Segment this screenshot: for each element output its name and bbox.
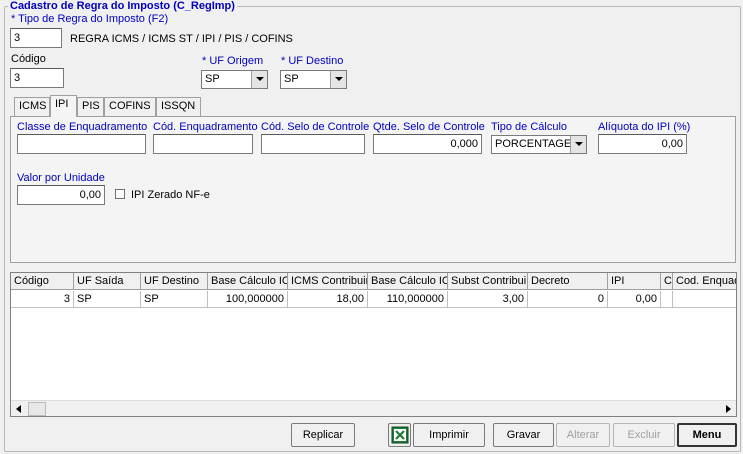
grid-cell[interactable]: SP [141,291,208,308]
imprimir-button[interactable]: Imprimir [413,423,485,447]
tipo-calculo-label: Tipo de Cálculo [491,121,568,133]
classe-enquadramento-input[interactable] [17,134,146,154]
codigo-label: Código [11,53,46,65]
menu-button[interactable]: Menu [677,423,737,447]
uf-origem-value: SP [205,73,220,85]
tipo-calculo-select[interactable]: PORCENTAGEM [491,135,587,154]
grid-cell[interactable]: 3 [11,291,74,308]
grid-cell[interactable] [673,291,736,308]
tab-ipi[interactable]: IPI [50,95,77,117]
replicar-button[interactable]: Replicar [291,423,355,447]
qtde-selo-input[interactable]: 0,000 [373,134,482,154]
valor-unidade-label: Valor por Unidade [17,172,105,184]
ipi-zerado-checkbox[interactable] [115,189,125,199]
grid-header-cod-enquad[interactable]: Cod. Enquad [673,273,736,290]
scroll-right-button[interactable] [720,401,736,416]
window-title: Cadastro de Regra do Imposto (C_RegImp) [8,0,237,12]
excel-icon [391,426,408,444]
grid-header-icms-contribuinte[interactable]: ICMS Contribuin [288,273,368,290]
tipo-calculo-value: PORCENTAGEM [495,138,581,150]
grid-cell[interactable]: 18,00 [288,291,368,308]
scrollbar-thumb[interactable] [28,402,46,416]
tipo-regra-label: * Tipo de Regra do Imposto (F2) [11,13,169,25]
aliquota-label: Alíquota do IPI (%) [598,121,691,133]
uf-origem-label: * UF Origem [202,55,264,67]
alterar-button[interactable]: Alterar [556,423,610,447]
valor-unidade-input[interactable]: 0,00 [17,185,105,205]
tab-issqn[interactable]: ISSQN [156,97,201,116]
cod-selo-label: Cód. Selo de Controle [261,121,370,133]
grid-cell[interactable]: 0,00 [608,291,661,308]
chevron-left-icon [16,405,21,413]
chevron-down-icon[interactable] [570,136,586,153]
tipo-regra-input[interactable]: 3 [10,28,62,48]
excel-export-button[interactable] [388,423,411,447]
tab-pis[interactable]: PIS [77,97,104,116]
grid-cell[interactable]: 3,00 [448,291,528,308]
cod-enquadramento-label: Cód. Enquadramento [153,121,258,133]
uf-destino-select[interactable]: SP [280,70,347,89]
horizontal-scrollbar[interactable] [11,400,736,416]
codigo-input[interactable]: 3 [10,68,64,88]
tab-icms[interactable]: ICMS [14,97,50,116]
chevron-down-icon[interactable] [330,71,346,88]
grid-header-codigo[interactable]: Código [11,273,74,290]
scroll-left-button[interactable] [11,401,27,416]
classe-enquadramento-label: Classe de Enquadramento [17,121,148,133]
ipi-zerado-label: IPI Zerado NF-e [131,189,210,201]
tab-cofins[interactable]: COFINS [104,97,156,116]
regras-grid[interactable]: Código UF Saída UF Destino Base Cálculo … [10,272,737,417]
grid-cell[interactable]: 0 [528,291,608,308]
grid-cell[interactable]: 100,000000 [208,291,288,308]
grid-cell[interactable] [661,291,673,308]
grid-cell[interactable]: 110,000000 [368,291,448,308]
grid-header-c[interactable]: C [661,273,673,290]
excluir-button[interactable]: Excluir [613,423,675,447]
grid-header-base-calculo-icms-st[interactable]: Base Cálculo IC [368,273,448,290]
grid-header-uf-saida[interactable]: UF Saída [74,273,141,290]
gravar-button[interactable]: Gravar [493,423,554,447]
tipo-regra-description: REGRA ICMS / ICMS ST / IPI / PIS / COFIN… [70,33,293,45]
uf-origem-select[interactable]: SP [201,70,268,89]
uf-destino-label: * UF Destino [281,55,344,67]
qtde-selo-label: Qtde. Selo de Controle [373,121,485,133]
grid-header-subst-contribuinte[interactable]: Subst Contribui [448,273,528,290]
grid-header-ipi[interactable]: IPI [608,273,661,290]
grid-header-decreto[interactable]: Decreto [528,273,608,290]
cod-enquadramento-input[interactable] [153,134,253,154]
grid-header-uf-destino[interactable]: UF Destino [141,273,208,290]
grid-cell[interactable]: SP [74,291,141,308]
aliquota-input[interactable]: 0,00 [598,134,687,154]
chevron-right-icon [726,405,731,413]
chevron-down-icon[interactable] [251,71,267,88]
grid-header-base-calculo-icms[interactable]: Base Cálculo IC [208,273,288,290]
uf-destino-value: SP [284,73,299,85]
cod-selo-input[interactable] [261,134,365,154]
